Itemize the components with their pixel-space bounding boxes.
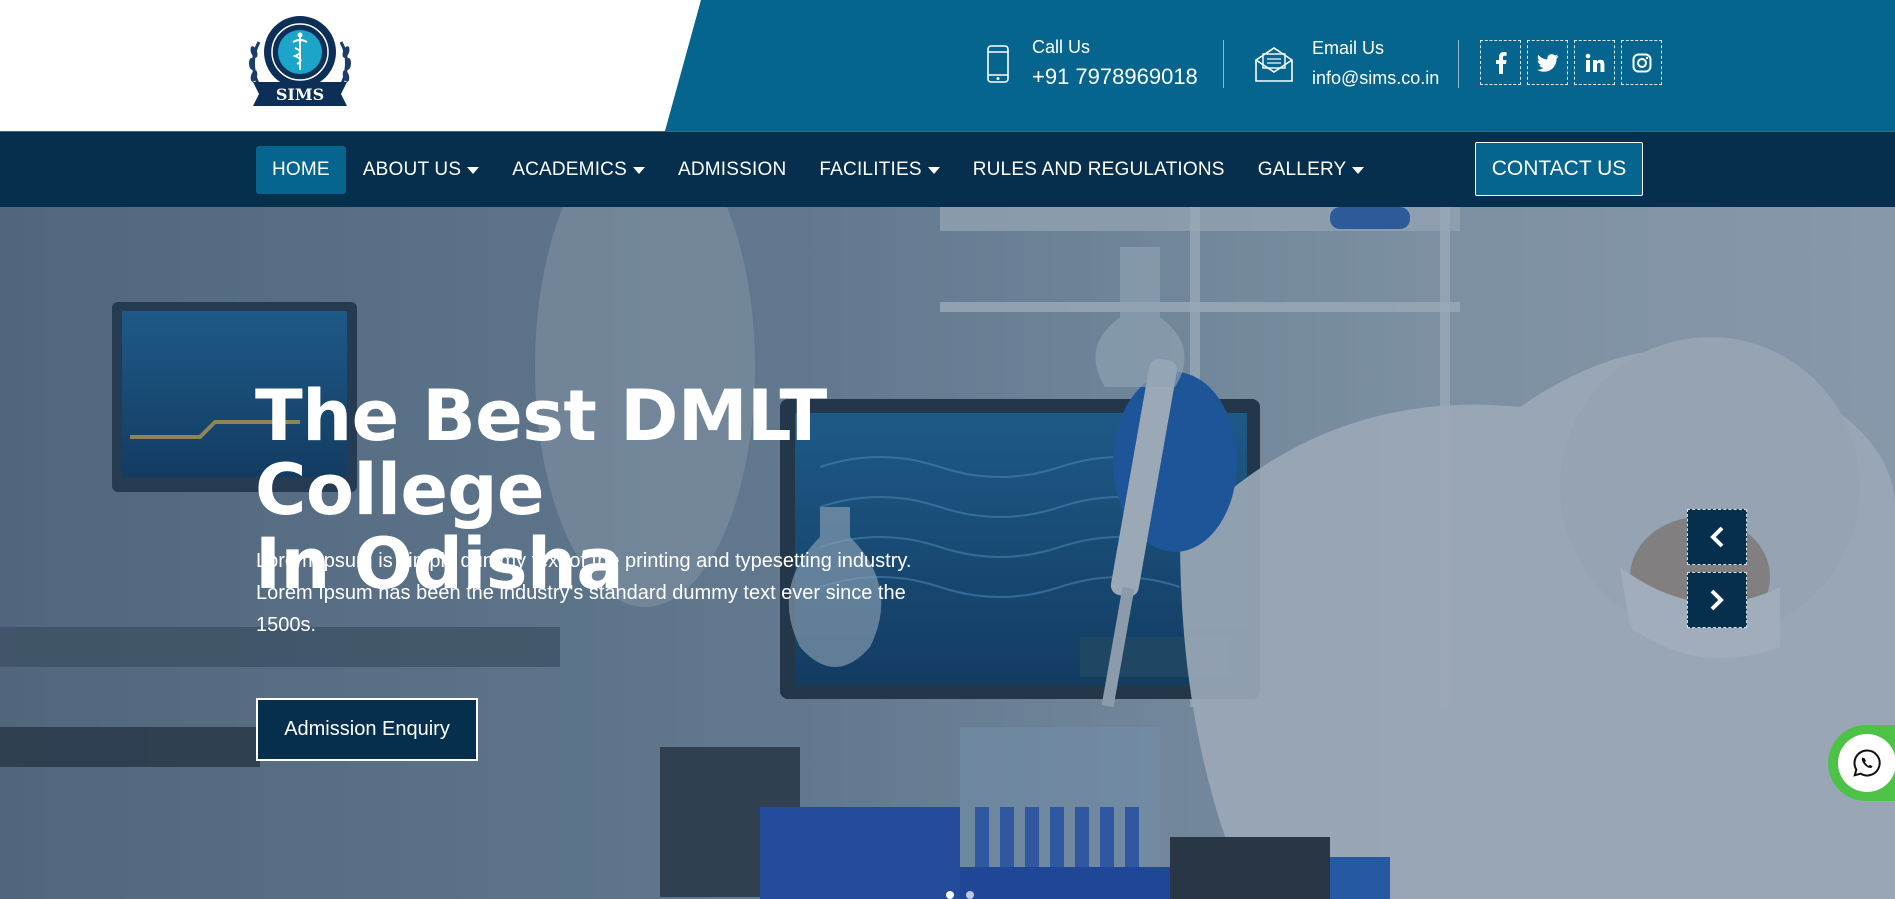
admission-enquiry-button[interactable]: Admission Enquiry <box>256 698 478 761</box>
whatsapp-button[interactable] <box>1828 725 1895 801</box>
header-divider <box>1458 40 1459 88</box>
caret-down-icon <box>632 166 645 174</box>
nav-item-label: HOME <box>272 159 330 180</box>
whatsapp-icon <box>1853 749 1881 777</box>
nav-item-label: ACADEMICS <box>512 159 627 180</box>
sims-logo[interactable]: SIMS <box>245 12 355 112</box>
slider-prev-button[interactable] <box>1687 509 1747 565</box>
linkedin-icon[interactable] <box>1574 40 1615 85</box>
nav-item-label: ABOUT US <box>362 159 462 180</box>
caret-down-icon <box>467 166 480 174</box>
nav-item-gallery[interactable]: GALLERY <box>1242 146 1381 194</box>
caret-down-icon <box>1352 166 1365 174</box>
nav-item-label: RULES AND REGULATIONS <box>972 159 1225 180</box>
slider-dot[interactable] <box>966 891 974 899</box>
nav-item-home[interactable]: HOME <box>256 146 346 194</box>
mobile-phone-icon <box>980 40 1016 88</box>
hero-description: Lorem Ipsum is simply dummy text of the … <box>256 550 912 636</box>
nav-item-label: ADMISSION <box>677 159 787 180</box>
email-us-label: Email Us <box>1312 38 1385 58</box>
header-divider <box>1223 40 1224 88</box>
nav-item-academics[interactable]: ACADEMICS <box>496 146 661 194</box>
call-us-label: Call Us <box>1032 37 1091 57</box>
instagram-icon[interactable] <box>1621 40 1662 85</box>
slider-dots <box>946 891 974 899</box>
nav-item-facilities[interactable]: FACILITIES <box>803 146 955 194</box>
phone-number[interactable]: +91 7978969018 <box>1032 62 1198 92</box>
facebook-icon[interactable] <box>1480 40 1521 85</box>
envelope-icon <box>1252 40 1296 88</box>
chevron-left-icon <box>1710 526 1724 548</box>
logo-wordmark: SIMS <box>276 85 324 104</box>
caret-down-icon <box>927 166 940 174</box>
slider-next-button[interactable] <box>1687 572 1747 628</box>
nav-item-label: FACILITIES <box>819 159 922 180</box>
hero-title-line-1: The Best DMLT College <box>255 375 827 531</box>
top-header: SIMS Call Us +91 7978969018 Email Us inf… <box>0 0 1895 131</box>
nav-item-label: GALLERY <box>1257 159 1347 180</box>
main-navbar: HOME ABOUT US ACADEMICS ADMISSION FACILI… <box>0 131 1895 207</box>
nav-item-rules-and-regulations[interactable]: RULES AND REGULATIONS <box>957 146 1241 194</box>
nav-item-about-us[interactable]: ABOUT US <box>347 146 495 194</box>
hero-slider: The Best DMLT College In Odisha Lorem Ip… <box>0 207 1895 899</box>
call-us-block[interactable]: Call Us +91 7978969018 <box>980 34 1198 94</box>
email-us-block[interactable]: Email Us info@sims.co.in <box>1252 34 1439 94</box>
nav-item-admission[interactable]: ADMISSION <box>662 146 802 194</box>
contact-us-button[interactable]: CONTACT US <box>1475 142 1643 196</box>
slider-dot[interactable] <box>946 891 954 899</box>
chevron-right-icon <box>1710 589 1724 611</box>
email-address[interactable]: info@sims.co.in <box>1312 65 1439 91</box>
twitter-icon[interactable] <box>1527 40 1568 85</box>
nav-menu: HOME ABOUT US ACADEMICS ADMISSION FACILI… <box>256 146 1381 194</box>
social-links <box>1480 40 1662 85</box>
